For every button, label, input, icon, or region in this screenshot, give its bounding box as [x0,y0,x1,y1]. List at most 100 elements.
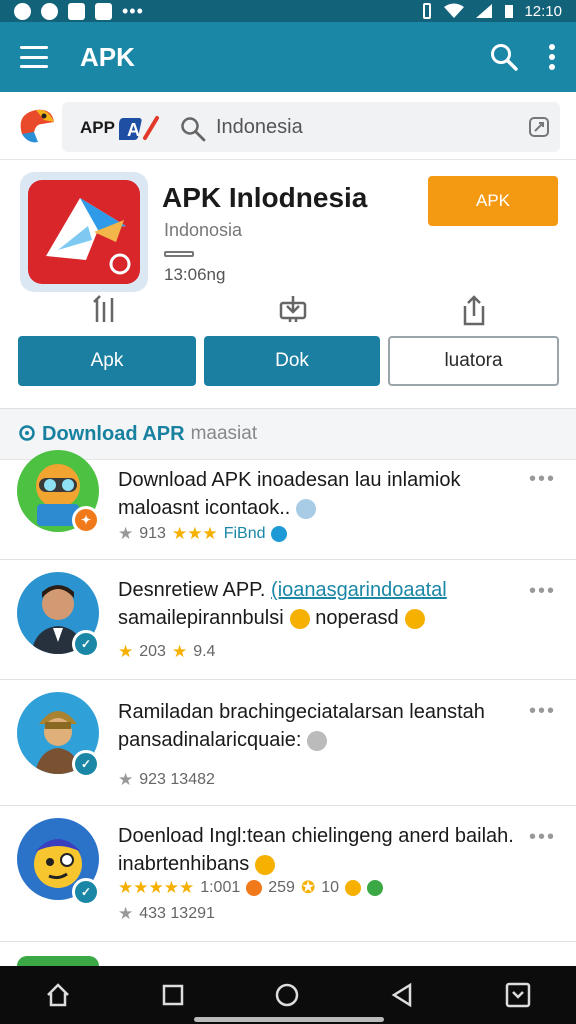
voice-search-icon[interactable] [528,116,550,138]
app-notification-icon [68,2,85,20]
search-bar[interactable]: APP A [62,102,560,152]
battery-icon [505,5,514,18]
more-notifications-icon: ••• [122,1,144,21]
status-badge-icon: ✓ [72,750,100,778]
app-logo-icon [46,198,131,275]
brand-text: APP [80,118,115,137]
item-meta: ★ 913 ★★★ FiBnd [118,524,288,544]
app-detail-card: APK Inlodnesia Indonosia 13:06ng APK Apk… [0,162,576,408]
status-badge-icon: ✦ [72,506,100,534]
coin-icon [255,854,276,875]
more-options-icon[interactable]: ••• [529,700,556,723]
more-options-icon[interactable]: ••• [529,580,556,603]
avatar [17,956,99,966]
install-button[interactable]: APK [428,176,558,226]
list-item[interactable]: ✓ Desnretiew APP. (ioanasgarindoaatal sa… [0,560,576,680]
search-input[interactable]: Indonesia [216,116,303,139]
rating-count: 203 [139,643,166,660]
item-tag: FiBnd [223,525,266,542]
status-bar: ••• 12:10 [0,0,576,22]
item-title: Desnretiew APP. (ioanasgarindoaatal sama… [118,576,518,632]
star-icon: ★ [118,642,134,661]
section-title: Download APR [42,422,185,445]
download-stat-icon [279,296,307,322]
recents-square-icon[interactable] [162,984,184,1006]
rating-value: 9.4 [193,643,216,660]
app-icon [20,172,148,292]
app-bar: APK [0,22,576,92]
item-title-line: inabrtenhibans [118,850,518,878]
home-icon[interactable] [45,982,71,1008]
message-icon [41,2,58,20]
status-notifications: ••• [14,1,144,21]
item-rating-row: ★★★★★ 1:001 259 ✪ 10 [118,878,383,898]
rating-count: 433 13291 [139,905,215,922]
item-title-text: inabrtenhibans [118,853,250,875]
list-item-partial[interactable] [0,942,576,966]
status-badge-icon: ✓ [72,630,100,658]
item-meta: ★ 203 ★ 9.4 [118,642,215,662]
status-system: 12:10 [420,3,562,20]
rating-stars-icon: ★★★ [171,524,218,543]
app-developer: Indonosia [164,220,243,240]
section-header: Download APR maasiat [0,408,576,460]
app-title: APK [80,41,135,72]
item-title-text: Desnretiew APP. [118,579,272,601]
item-title: Doenload Ingl:tean chielingeng anerd bai… [118,822,518,878]
verified-icon [271,526,288,542]
item-title-link[interactable]: (ioanasgarindoaatal [271,579,447,601]
rating-count: 923 13482 [139,771,215,788]
item-title-text: samailepirannbulsi [118,607,284,629]
vibrate-icon [423,3,432,19]
status-time: 12:10 [524,2,562,20]
star-icon: ★ [118,904,134,923]
home-indicator[interactable] [194,1017,384,1022]
overflow-menu-icon[interactable] [548,43,556,71]
gallery-icon [95,2,112,20]
rating-count: 1:001 [200,879,241,896]
screenshot-icon[interactable] [505,982,531,1008]
item-title-line: Desnretiew APP. (ioanasgarindoaatal [118,576,518,604]
item-title: Download APK inoadesan lau inlamiok malo… [118,466,518,522]
home-circle-icon[interactable] [274,982,300,1008]
item-title-text: maloasnt icontaok.. [118,497,291,519]
item-title-line: maloasnt icontaok.. [118,494,518,522]
more-info-button[interactable]: luatora [388,336,559,386]
item-title-line: Doenload Ingl:tean chielingeng anerd bai… [118,825,514,847]
item-meta: ★ 923 13482 [118,770,215,790]
list-item[interactable]: ✦ Download APK inoadesan lau inlamiok ma… [0,450,576,560]
coin-icon [345,880,361,896]
item-meta: ★ 433 13291 [118,904,215,924]
apk-button[interactable]: Apk [18,336,196,386]
item-title-line: Ramiladan brachingeciatalarsan leanstah [118,701,485,723]
section-location-icon [19,425,35,441]
parrot-logo-icon [20,109,54,142]
brand-a-icon: A [118,116,159,140]
item-title-line: Download APK inoadesan lau inlamiok [118,469,461,491]
section-subtitle: maasiat [190,423,258,444]
item-title-line: samailepirannbulsi noperasd [118,604,518,632]
rating-count: 913 [139,525,166,542]
menu-icon[interactable] [20,46,48,68]
shield-icon [296,498,317,519]
search-icon[interactable] [490,43,518,71]
list-item[interactable]: ✓ Doenload Ingl:tean chielingeng anerd b… [0,806,576,942]
rating-stat-icon [93,295,114,322]
download-button[interactable]: Dok [204,336,380,386]
notification-icon [14,2,31,20]
coin-icon [246,880,263,896]
star-icon: ★ [118,770,134,789]
search-row: APP A Indonesia [0,92,576,160]
more-options-icon[interactable]: ••• [529,826,556,849]
list-item[interactable]: ✓ Ramiladan brachingeciatalarsan leansta… [0,680,576,806]
back-icon[interactable] [390,982,414,1008]
item-title-line: pansadinalaricquaie: [118,726,518,754]
info-icon [307,730,328,751]
more-options-icon[interactable]: ••• [529,468,556,491]
share-stat-icon [463,295,485,326]
star-icon: ★ [171,642,188,661]
badge-icon: ✪ [300,878,316,897]
brand-label: APP A [80,114,159,142]
rating-stars-icon: ★★★★★ [118,878,195,897]
item-title: Ramiladan brachingeciatalarsan leanstah … [118,698,518,754]
